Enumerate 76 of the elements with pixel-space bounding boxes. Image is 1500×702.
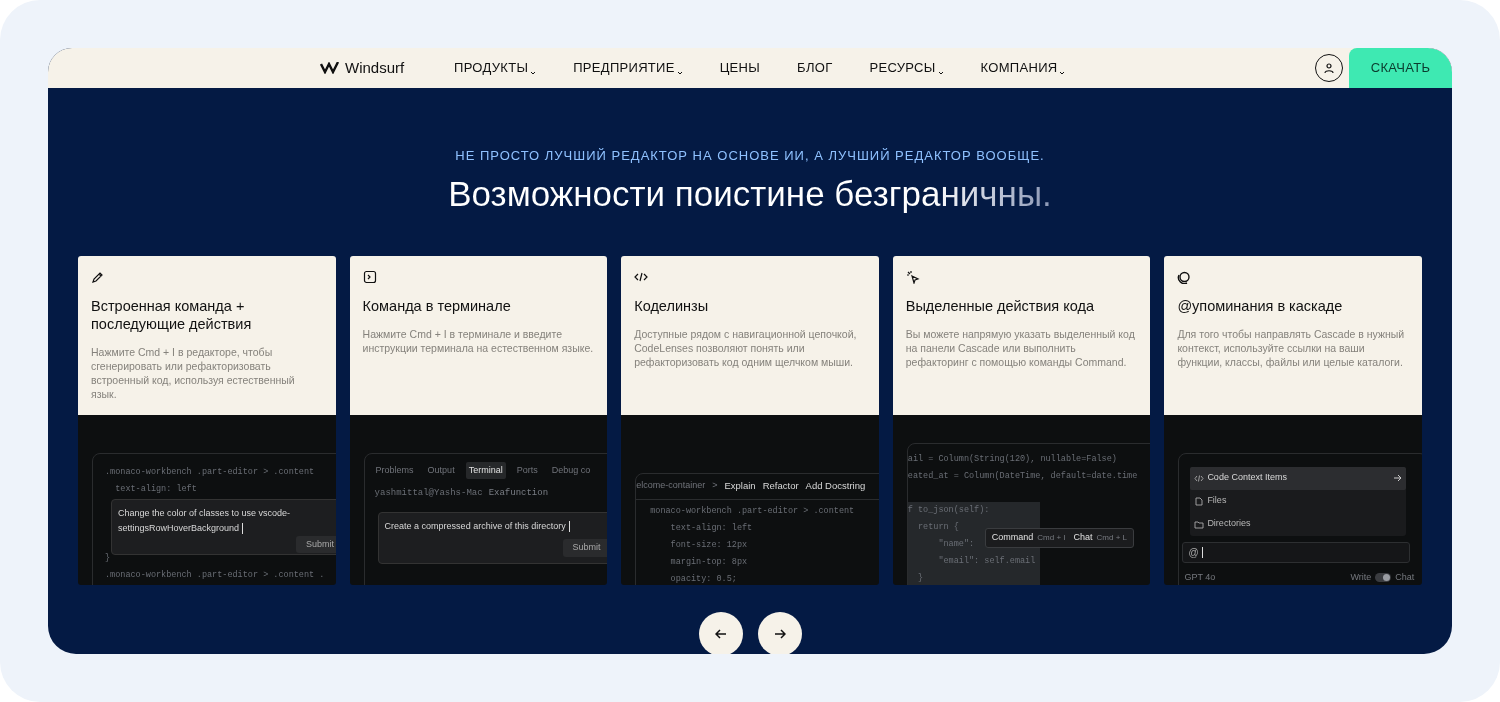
mode-toggle[interactable] bbox=[1375, 572, 1392, 582]
menu-item[interactable]: Code Context Items bbox=[1190, 466, 1407, 490]
submit-button[interactable]: Submit bbox=[562, 539, 608, 557]
text-cursor bbox=[242, 522, 244, 534]
codelens-link[interactable]: Explain bbox=[724, 478, 756, 494]
card-description: Вы можете напрямую указать выделенный код на панели Cascade или выполнить рефакторинг с помощью команды Command. bbox=[905, 326, 1136, 369]
code-line: .monaco-workbench .part-editor > .content bbox=[105, 465, 315, 479]
code-line: monaco-workbench .part-editor > .content bbox=[650, 504, 855, 518]
logo-icon bbox=[320, 62, 340, 74]
cursor-icon bbox=[905, 269, 920, 284]
shortcut-text: Cmd + I bbox=[1037, 531, 1066, 544]
code-line: font-size: 12px bbox=[669, 538, 748, 552]
eyebrow-text: НЕ ПРОСТО ЛУЧШИЙ РЕДАКТОР НА ОСНОВЕ ИИ, А ЛУЧШИЙ РЕДАКТОР ВООБЩЕ. bbox=[455, 147, 1045, 165]
card-description: Нажмите Cmd + I в редакторе, чтобы сгенерировать или рефакторизовать встроенный код, используя естественный язык. bbox=[91, 344, 296, 401]
prompt-box[interactable]: Create a compressed archive of this directory Submit bbox=[377, 511, 608, 564]
card-title: @упоминания в каскаде bbox=[1177, 296, 1344, 315]
terminal-directory: Exafunction bbox=[488, 487, 549, 500]
panel-tab[interactable]: Terminal bbox=[465, 461, 506, 479]
arrow-right-icon bbox=[773, 628, 786, 639]
codelens-link[interactable]: Refactor bbox=[762, 478, 799, 494]
code-line: opacity: 0.5; bbox=[669, 572, 737, 585]
user-icon bbox=[1324, 63, 1334, 73]
terminal-host: yashmittal@Yashs-Mac bbox=[374, 487, 483, 500]
breadcrumb-text: elcome-container bbox=[636, 479, 706, 493]
menu-item[interactable]: Files bbox=[1190, 489, 1407, 513]
terminal-icon bbox=[362, 269, 377, 284]
breadcrumb-separator: > bbox=[712, 479, 718, 493]
nav-link[interactable]: ПРЕДПРИЯТИЕ bbox=[573, 58, 683, 78]
prompt-text: Change the color of classes to use vscode-settingsRowHoverBackground bbox=[118, 506, 292, 536]
next-button[interactable] bbox=[757, 611, 802, 654]
nav-link[interactable]: ЦЕНЫ bbox=[719, 58, 761, 78]
nav-link[interactable]: БЛОГ bbox=[797, 58, 833, 78]
code-line: .monaco-workbench .part-editor > .content . bbox=[105, 568, 325, 582]
panel-tab[interactable]: Debug co bbox=[548, 461, 594, 479]
shortcut-text: Cmd + L bbox=[1096, 531, 1127, 544]
nav-link[interactable]: КОМПАНИЯ bbox=[980, 58, 1066, 78]
popup-action[interactable]: Chat bbox=[1073, 530, 1093, 545]
card-description: Нажмите Cmd + I в терминале и введите инструкции терминала на естественном языке. bbox=[362, 326, 595, 355]
at-sign: @ bbox=[1188, 545, 1199, 560]
brand-name: Windsurf bbox=[345, 57, 405, 78]
panel-tab[interactable]: Output bbox=[424, 461, 458, 479]
menu-item[interactable]: Directories bbox=[1190, 512, 1407, 536]
codelens-link[interactable]: Add Docstring bbox=[805, 478, 866, 494]
panel-tab[interactable]: Problems bbox=[372, 461, 417, 479]
file-icon bbox=[1194, 496, 1205, 506]
text-cursor bbox=[1201, 546, 1203, 558]
code-line: margin-top: 8px bbox=[669, 555, 748, 569]
download-button[interactable]: СКАЧАТЬ bbox=[1349, 48, 1452, 88]
mention-input[interactable]: @ bbox=[1182, 541, 1411, 563]
folder-icon bbox=[1194, 519, 1205, 529]
previous-button[interactable] bbox=[698, 611, 743, 654]
code-line: text-align: left bbox=[669, 521, 753, 535]
nav-link[interactable]: РЕСУРСЫ bbox=[869, 58, 944, 78]
arrow-right-icon bbox=[1393, 474, 1403, 482]
orbit-icon bbox=[1177, 269, 1192, 284]
arrow-left-icon bbox=[714, 628, 727, 639]
card-title: Команда в терминале bbox=[362, 296, 512, 315]
panel-tab[interactable]: Ports bbox=[513, 461, 541, 479]
card-title: Коделинзы bbox=[634, 296, 710, 315]
code-line: eated_at = Column(DateTime, default=date.time bbox=[907, 469, 1138, 483]
card-title: Встроенная команда + последующие действия bbox=[91, 296, 253, 333]
prompt-text: Create a compressed archive of this directory bbox=[384, 518, 608, 533]
text-cursor bbox=[568, 520, 570, 532]
model-name: GPT 4o bbox=[1184, 570, 1216, 584]
code-icon bbox=[1194, 473, 1205, 483]
submit-button[interactable]: Submit bbox=[296, 535, 336, 553]
mode-label: Write bbox=[1350, 570, 1372, 584]
mode-label: Chat bbox=[1395, 570, 1415, 584]
code-line: text-align: left bbox=[114, 482, 197, 496]
nav-link[interactable]: ПРОДУКТЫ bbox=[454, 58, 537, 78]
card-title: Выделенные действия кода bbox=[905, 296, 1095, 315]
card-description: Для того чтобы направлять Cascade в нужный контекст, используйте ссылки на ваши функции, классы, файлы или целые каталоги. bbox=[1177, 326, 1406, 369]
card-description: Доступные рядом с навигационной цепочкой, CodeLenses позволяют понять или рефакторизовать код одним щелчком мыши. bbox=[634, 326, 858, 369]
prompt-box[interactable]: Change the color of classes to use vscode-settingsRowHoverBackground Submit bbox=[111, 498, 336, 555]
code-line: ail = Column(String(120), nullable=False) bbox=[907, 452, 1117, 466]
code-line: } bbox=[105, 551, 111, 565]
